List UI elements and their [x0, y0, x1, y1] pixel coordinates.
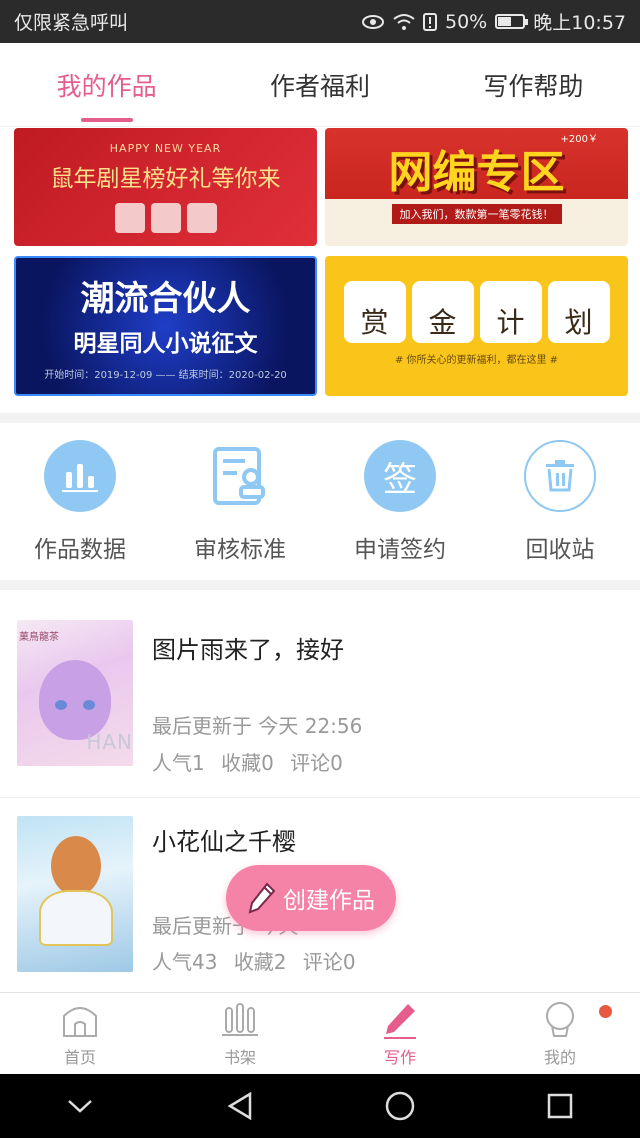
- banner-partner-subtitle: 明星同人小说征文: [73, 331, 258, 357]
- review-doc-icon: [204, 440, 276, 512]
- action-work-data-label: 作品数据: [34, 537, 126, 563]
- favorites-count: 收藏0: [221, 751, 274, 775]
- notification-badge: [599, 1005, 612, 1018]
- work-title: 小花仙之千樱: [152, 828, 296, 856]
- work-item[interactable]: 菓鳥龍茶 HAN 图片雨来了，接好 最后更新于 今天 22:56 人气1 收藏0…: [0, 590, 640, 798]
- create-work-label: 创建作品: [283, 888, 375, 914]
- bottom-nav: 首页 书架 写作 我的: [0, 992, 640, 1074]
- action-work-data[interactable]: 作品数据: [0, 424, 160, 582]
- popularity-count: 人气1: [152, 751, 205, 775]
- tab-my-works[interactable]: 我的作品: [0, 43, 213, 126]
- popularity-count: 人气43: [152, 950, 218, 974]
- banner-bounty-sub: # 你所关心的更新福利，都在这里 #: [394, 354, 559, 366]
- cat-card: 赏: [343, 280, 406, 343]
- work-cover: [17, 816, 133, 972]
- work-updated: 最后更新于 今天 22:56: [152, 714, 363, 738]
- action-apply-contract[interactable]: 签 申请签约: [320, 424, 480, 582]
- collapse-button[interactable]: [50, 1086, 110, 1126]
- home-circle-icon: [385, 1091, 415, 1121]
- nav-profile-label: 我的: [543, 1047, 576, 1067]
- bar-chart-icon: [44, 440, 116, 512]
- nav-bookshelf[interactable]: 书架: [160, 993, 320, 1074]
- quick-actions: 作品数据 审核标准 签 申请签约 回收站: [0, 424, 640, 582]
- create-work-button[interactable]: 创建作品: [226, 865, 396, 931]
- recents-square-icon: [547, 1093, 573, 1119]
- banner-partner-contest[interactable]: 潮流合伙人 明星同人小说征文 开始时间：2019-12-09 —— 结束时间：2…: [14, 256, 317, 396]
- bookshelf-icon: [222, 1002, 258, 1036]
- banner-new-year-sub: HAPPY NEW YEAR: [109, 141, 222, 155]
- action-recycle-bin-label: 回收站: [525, 537, 595, 563]
- banner-editor-corner: +200￥: [560, 134, 598, 145]
- back-button[interactable]: [210, 1086, 270, 1126]
- status-icons: 50% 晚上10:57: [361, 8, 626, 35]
- battery-percent: 50%: [445, 10, 488, 33]
- nav-bookshelf-label: 书架: [223, 1047, 256, 1067]
- battery-icon: [495, 14, 529, 29]
- sign-icon: 签: [364, 440, 436, 512]
- action-apply-contract-label: 申请签约: [354, 537, 446, 563]
- action-review-standard-label: 审核标准: [194, 537, 286, 563]
- work-cover: 菓鳥龍茶 HAN: [17, 620, 133, 766]
- banner-new-year-title: 鼠年剧星榜好礼等你来: [50, 165, 281, 192]
- banner-new-year[interactable]: HAPPY NEW YEAR 鼠年剧星榜好礼等你来: [14, 128, 317, 246]
- work-title: 图片雨来了，接好: [152, 636, 344, 664]
- eye-icon: [362, 14, 384, 29]
- chevron-down-icon: [68, 1100, 92, 1113]
- cat-card: 计: [479, 280, 542, 343]
- back-triangle-icon: [227, 1091, 252, 1121]
- banner-bounty-cats: 赏 金 计 划: [343, 280, 610, 343]
- banner-editor-title: 网编专区: [388, 147, 565, 198]
- pencil-icon: [248, 882, 276, 914]
- banner-gift-images: [114, 202, 217, 233]
- trash-icon: [524, 440, 596, 512]
- sim-alert-icon: [423, 12, 437, 31]
- pencil-icon: [384, 1003, 416, 1039]
- comments-count: 评论0: [290, 751, 343, 775]
- comments-count: 评论0: [302, 950, 356, 974]
- cover-text: HAN: [86, 730, 133, 754]
- home-icon: [63, 1006, 97, 1037]
- nav-profile[interactable]: 我的: [480, 993, 640, 1074]
- cover-tag: 菓鳥龍茶: [19, 632, 59, 643]
- cat-card: 划: [547, 280, 610, 343]
- nav-write-label: 写作: [383, 1047, 416, 1067]
- top-tabs: 我的作品 作者福利 写作帮助: [0, 43, 640, 127]
- banner-bounty-plan[interactable]: 赏 金 计 划 # 你所关心的更新福利，都在这里 #: [325, 256, 628, 396]
- nav-home[interactable]: 首页: [0, 993, 160, 1074]
- action-recycle-bin[interactable]: 回收站: [480, 424, 640, 582]
- nav-write[interactable]: 写作: [320, 993, 480, 1074]
- nav-home-label: 首页: [63, 1047, 96, 1067]
- divider: [0, 413, 640, 423]
- favorites-count: 收藏2: [233, 950, 287, 974]
- profile-icon: [546, 1001, 574, 1037]
- cat-card: 金: [411, 280, 474, 343]
- wifi-icon: [393, 13, 415, 30]
- banner-partner-title: 潮流合伙人: [80, 279, 251, 319]
- banner-editor-zone[interactable]: +200￥ 网编专区 加入我们，数款第一笔零花钱！: [325, 128, 628, 246]
- tab-author-benefits[interactable]: 作者福利: [213, 43, 426, 126]
- carrier-text: 仅限紧急呼叫: [14, 12, 129, 34]
- status-bar: 仅限紧急呼叫 50% 晚上10:57: [0, 0, 640, 43]
- divider: [0, 580, 640, 590]
- banner-editor-sub: 加入我们，数款第一笔零花钱！: [391, 204, 562, 224]
- work-stats: 人气43 收藏2 评论0: [152, 946, 366, 975]
- home-button[interactable]: [370, 1086, 430, 1126]
- system-nav-bar: [0, 1074, 640, 1138]
- recents-button[interactable]: [530, 1086, 590, 1126]
- action-review-standard[interactable]: 审核标准: [160, 424, 320, 582]
- clock: 晚上10:57: [533, 12, 626, 34]
- banner-partner-dates: 开始时间：2019-12-09 —— 结束时间：2020-02-20: [44, 370, 287, 381]
- banner-grid: HAPPY NEW YEAR 鼠年剧星榜好礼等你来 +200￥ 网编专区 加入我…: [14, 128, 628, 398]
- work-stats: 人气1 收藏0 评论0: [152, 747, 353, 776]
- tab-writing-help[interactable]: 写作帮助: [427, 43, 640, 126]
